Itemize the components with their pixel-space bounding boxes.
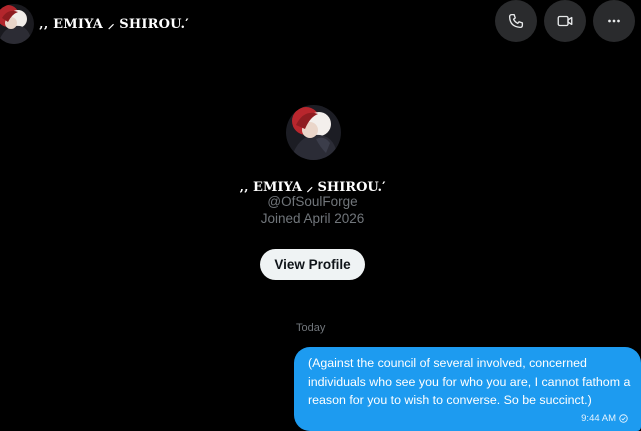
voice-call-button[interactable] xyxy=(495,0,537,42)
day-divider-label: Today xyxy=(296,322,326,334)
video-call-button[interactable] xyxy=(544,0,586,42)
video-camera-icon xyxy=(557,15,573,27)
phone-icon xyxy=(508,13,524,29)
profile-handle: @OfSoulForge xyxy=(267,194,358,209)
message-text: (Against the council of several involved… xyxy=(308,356,631,407)
more-dots-icon xyxy=(608,19,620,23)
profile-display-name: ‚‚ EMIYA ⸝ SHIROU.′ xyxy=(239,180,386,195)
dm-conversation-view: ‚‚ EMIYA ⸝ SHIROU.′ ‚‚ EMIYA ⸝ SHIROU.′ … xyxy=(0,0,641,431)
sent-message-bubble[interactable]: (Against the council of several involved… xyxy=(294,347,641,431)
header-contact-name: ‚‚ EMIYA ⸝ SHIROU.′ xyxy=(39,17,189,32)
conversation-header: ‚‚ EMIYA ⸝ SHIROU.′ xyxy=(0,0,641,48)
more-options-button[interactable] xyxy=(593,0,635,42)
message-timestamp: 9:44 AM xyxy=(581,413,616,424)
sent-check-icon xyxy=(619,414,628,423)
view-profile-button[interactable]: View Profile xyxy=(260,249,365,280)
profile-joined-date: Joined April 2026 xyxy=(260,211,365,226)
message-meta: 9:44 AM xyxy=(581,413,628,424)
profile-avatar[interactable] xyxy=(286,105,341,160)
header-avatar[interactable] xyxy=(0,4,34,44)
